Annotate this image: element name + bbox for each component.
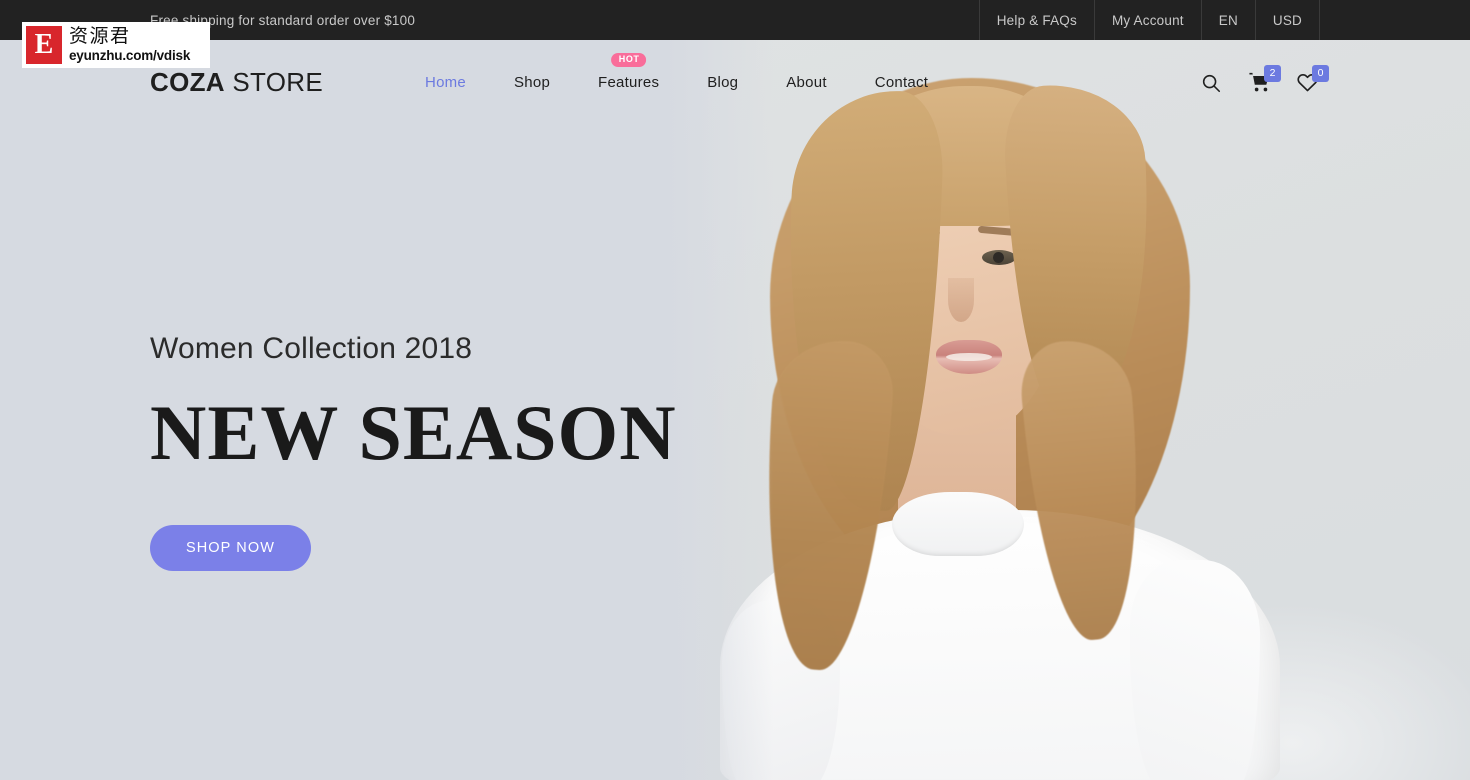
heart-icon[interactable]: 0	[1294, 64, 1329, 96]
model-hair-front-right	[1001, 80, 1159, 418]
nav-item-contact[interactable]: Contact	[851, 74, 952, 91]
wishlist-count-badge: 0	[1312, 64, 1329, 82]
site-logo[interactable]: COZA STORE	[150, 67, 323, 98]
model-neck	[898, 370, 1016, 550]
help-faqs-link[interactable]: Help & FAQs	[978, 0, 1095, 40]
logo-light-part: STORE	[224, 67, 323, 97]
watermark-text: 资源君 eyunzhu.com/vdisk	[69, 27, 190, 63]
shop-now-button[interactable]: SHOP NOW	[150, 524, 311, 571]
hero-subtitle: Women Collection 2018	[150, 332, 473, 365]
model-eyebrow-right	[977, 225, 1033, 238]
model-hair-back	[770, 78, 1190, 598]
model-face	[856, 135, 1070, 435]
nav-label-contact: Contact	[874, 74, 929, 91]
hero-model-photo	[660, 40, 1470, 780]
model-arm-right	[1130, 560, 1260, 780]
model-eye-left	[896, 254, 930, 269]
nav-label-home: Home	[424, 74, 466, 91]
nav-label-shop: Shop	[514, 74, 551, 91]
model-lips	[936, 340, 1002, 374]
model-hair-strand-left	[753, 336, 897, 674]
model-arm-left	[722, 600, 840, 780]
search-icon[interactable]	[1198, 70, 1224, 96]
nav-label-blog: Blog	[707, 74, 739, 91]
logo-bold-part: COZA	[150, 67, 225, 97]
nav-item-blog[interactable]: Blog	[683, 74, 762, 91]
nav-item-about[interactable]: About	[762, 74, 850, 91]
cart-count-badge: 2	[1264, 64, 1281, 82]
model-hair-front-left	[780, 87, 946, 513]
site-header: COZA STORE Home Shop HOT Features Blog A…	[0, 40, 1470, 125]
hot-badge: HOT	[610, 53, 647, 67]
hero-copy-block: Women Collection 2018 NEW SEASON SHOP NO…	[150, 330, 677, 571]
nav-item-home[interactable]: Home	[401, 74, 490, 91]
watermark-logo-icon: E	[26, 26, 62, 64]
watermark-overlay: E 资源君 eyunzhu.com/vdisk	[22, 22, 210, 68]
main-navigation: Home Shop HOT Features Blog About Contac…	[401, 53, 952, 91]
nav-label-features: Features	[598, 74, 660, 91]
hero-section: Women Collection 2018 NEW SEASON SHOP NO…	[0, 40, 1470, 780]
hero-title: NEW SEASON	[150, 388, 677, 476]
model-eyebrow-left	[887, 228, 941, 243]
model-figure	[660, 40, 1470, 780]
topbar-links: Help & FAQs My Account EN USD	[978, 0, 1320, 40]
nav-item-shop[interactable]: Shop	[490, 74, 574, 91]
my-account-link[interactable]: My Account	[1095, 0, 1202, 40]
watermark-chinese-label: 资源君	[69, 25, 131, 48]
nav-label-about: About	[786, 74, 827, 91]
model-eye-right	[982, 250, 1016, 265]
model-nose	[948, 278, 974, 322]
top-announcement-bar: Free shipping for standard order over $1…	[0, 0, 1470, 40]
model-torso	[720, 510, 1280, 780]
watermark-url: eyunzhu.com/vdisk	[69, 48, 191, 64]
language-selector[interactable]: EN	[1202, 0, 1256, 40]
model-turtleneck-collar	[892, 492, 1024, 556]
nav-item-features[interactable]: HOT Features	[574, 53, 683, 91]
shopping-cart-icon[interactable]: 2	[1246, 64, 1281, 96]
model-hair-strand-right	[1017, 335, 1153, 645]
currency-selector[interactable]: USD	[1256, 0, 1320, 40]
header-icon-group: 2 0	[1198, 40, 1329, 125]
